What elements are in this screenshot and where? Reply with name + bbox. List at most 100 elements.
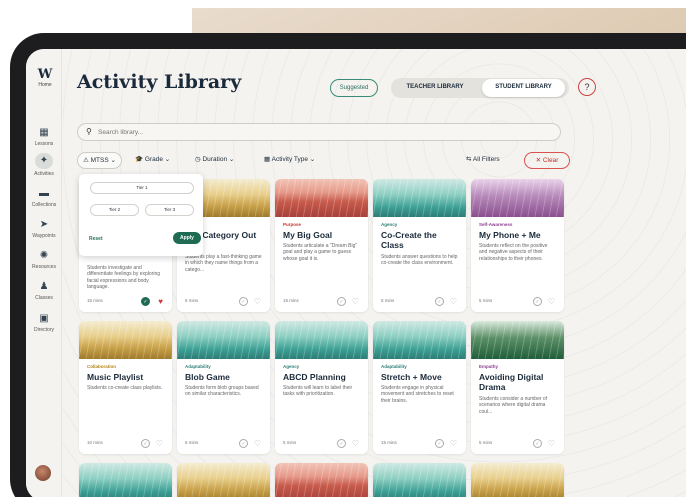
favorite-heart-icon[interactable]: ♡	[254, 439, 261, 448]
sidebar-item-collections[interactable]: ▬ Collections	[26, 188, 62, 208]
sidebar-item-activities[interactable]: ✦ Activities	[26, 153, 62, 177]
chevron-down-icon: ⌄	[309, 156, 316, 163]
favorite-heart-icon[interactable]: ♡	[548, 439, 555, 448]
card-art	[79, 463, 172, 497]
tablet-frame: W Home ▦ Lessons ✦ Activities ▬ Collecti…	[10, 33, 686, 497]
favorite-heart-icon[interactable]: ♡	[548, 297, 555, 306]
favorite-heart-icon[interactable]: ♥	[158, 297, 163, 306]
tier-2-option[interactable]: Tier 2	[90, 204, 139, 216]
completed-check-icon[interactable]: ✓	[337, 297, 346, 306]
help-button[interactable]: ?	[578, 78, 596, 96]
activity-card[interactable]: Collaboration Music Playlist Students co…	[79, 321, 172, 454]
tier-1-option[interactable]: Tier 1	[90, 182, 194, 194]
activity-card[interactable]: Empathy Avoiding Digital Drama Students …	[471, 321, 564, 454]
card-art	[275, 463, 368, 497]
sidebar-item-classes[interactable]: ♟ Classes	[26, 281, 62, 301]
activity-card[interactable]: Agency Co-Create the Class Students answ…	[373, 179, 466, 312]
card-description: Students co-create class playlists.	[87, 385, 163, 391]
sidebar-item-label: Directory	[33, 327, 54, 333]
card-art	[177, 463, 270, 497]
card-duration: 5 mins	[283, 440, 297, 445]
activity-type-filter-label: Activity Type	[271, 156, 308, 163]
sidebar-item-label: Lessons	[34, 141, 54, 147]
card-description: Students engage in physical movement and…	[381, 385, 454, 404]
activity-card[interactable]: Adaptability Blob Game Students form blo…	[177, 321, 270, 454]
activity-card[interactable]	[275, 463, 368, 497]
card-art	[177, 321, 270, 359]
activity-card[interactable]: Purpose My Big Goal Students articulate …	[275, 179, 368, 312]
apply-button[interactable]: Apply	[173, 232, 201, 244]
card-description: Students consider a number of scenarios …	[479, 396, 548, 415]
home-logo[interactable]: W Home	[34, 67, 56, 88]
card-duration: 15 mins	[381, 440, 397, 445]
grade-filter-label: Grade	[144, 156, 163, 163]
card-title: Music Playlist	[87, 372, 144, 382]
activity-card[interactable]	[373, 463, 466, 497]
grid-icon: ▦	[264, 156, 271, 163]
activity-card[interactable]: Agency ABCD Planning Students will learn…	[275, 321, 368, 454]
tab-teacher-library[interactable]: TEACHER LIBRARY	[395, 79, 475, 97]
completed-check-icon[interactable]: ✓	[337, 439, 346, 448]
reset-button[interactable]: Reset	[89, 236, 103, 242]
card-category: Agency	[283, 364, 300, 369]
close-icon: ✕	[535, 157, 542, 164]
clear-button[interactable]: ✕ Clear	[524, 152, 570, 169]
favorite-heart-icon[interactable]: ♡	[254, 297, 261, 306]
warning-icon: ⚠	[83, 157, 89, 164]
completed-check-icon[interactable]: ✓	[533, 297, 542, 306]
completed-check-icon[interactable]: ✓	[435, 297, 444, 306]
card-description: Students articulate a "Dream Big" goal a…	[283, 243, 358, 262]
favorite-heart-icon[interactable]: ♡	[352, 439, 359, 448]
grade-filter[interactable]: 🎓 Grade ⌄	[130, 152, 175, 169]
card-art	[79, 321, 172, 359]
card-title: My Big Goal	[283, 230, 333, 240]
card-duration: 5 mins	[185, 298, 199, 303]
completed-check-icon[interactable]: ✓	[533, 439, 542, 448]
card-duration: 5 mins	[185, 440, 199, 445]
card-duration: 5 mins	[381, 298, 395, 303]
suggested-button[interactable]: Suggested	[330, 79, 378, 97]
search-bar: ⚲	[77, 123, 561, 141]
directory-icon: ▣	[39, 313, 49, 324]
tab-student-library[interactable]: STUDENT LIBRARY	[482, 79, 565, 97]
completed-check-icon[interactable]: ✓	[239, 439, 248, 448]
sidebar-item-directory[interactable]: ▣ Directory	[26, 313, 62, 333]
folder-icon: ▬	[39, 188, 49, 199]
card-category: Collaboration	[87, 364, 116, 369]
card-art	[275, 321, 368, 359]
activity-card[interactable]: Adaptability Stretch + Move Students eng…	[373, 321, 466, 454]
card-category: Adaptability	[381, 364, 407, 369]
sidebar-item-lessons[interactable]: ▦ Lessons	[26, 127, 62, 147]
completed-check-icon[interactable]: ✓	[141, 297, 150, 306]
card-art	[373, 321, 466, 359]
tier-3-option[interactable]: Tier 3	[145, 204, 194, 216]
card-duration: 5 mins	[479, 440, 493, 445]
duration-filter[interactable]: ◷ Duration ⌄	[190, 152, 239, 169]
activity-type-filter[interactable]: ▦ Activity Type ⌄	[259, 152, 320, 169]
favorite-heart-icon[interactable]: ♡	[450, 297, 457, 306]
sidebar-item-resources[interactable]: ✺ Resources	[26, 250, 62, 270]
favorite-heart-icon[interactable]: ♡	[156, 439, 163, 448]
mtss-filter[interactable]: ⚠ MTSS ⌄	[77, 152, 122, 169]
avatar[interactable]	[35, 465, 51, 481]
activity-card[interactable]	[79, 463, 172, 497]
lessons-icon: ▦	[39, 127, 49, 138]
completed-check-icon[interactable]: ✓	[239, 297, 248, 306]
logo-mark: W	[37, 67, 53, 82]
completed-check-icon[interactable]: ✓	[141, 439, 150, 448]
card-art	[275, 179, 368, 217]
card-category: Empathy	[479, 364, 499, 369]
sidebar-item-label: Collections	[31, 202, 57, 208]
card-category: Adaptability	[185, 364, 211, 369]
sidebar-item-waypoints[interactable]: ➤ Waypoints	[26, 219, 62, 239]
completed-check-icon[interactable]: ✓	[435, 439, 444, 448]
favorite-heart-icon[interactable]: ♡	[450, 439, 457, 448]
activity-card[interactable]: Self-Awareness My Phone + Me Students re…	[471, 179, 564, 312]
activity-card[interactable]	[471, 463, 564, 497]
search-input[interactable]	[98, 126, 538, 139]
chevron-down-icon: ⌄	[228, 156, 235, 163]
all-filters-button[interactable]: ⇆ All Filters	[461, 152, 505, 169]
clock-icon: ◷	[195, 156, 201, 163]
activity-card[interactable]	[177, 463, 270, 497]
favorite-heart-icon[interactable]: ♡	[352, 297, 359, 306]
